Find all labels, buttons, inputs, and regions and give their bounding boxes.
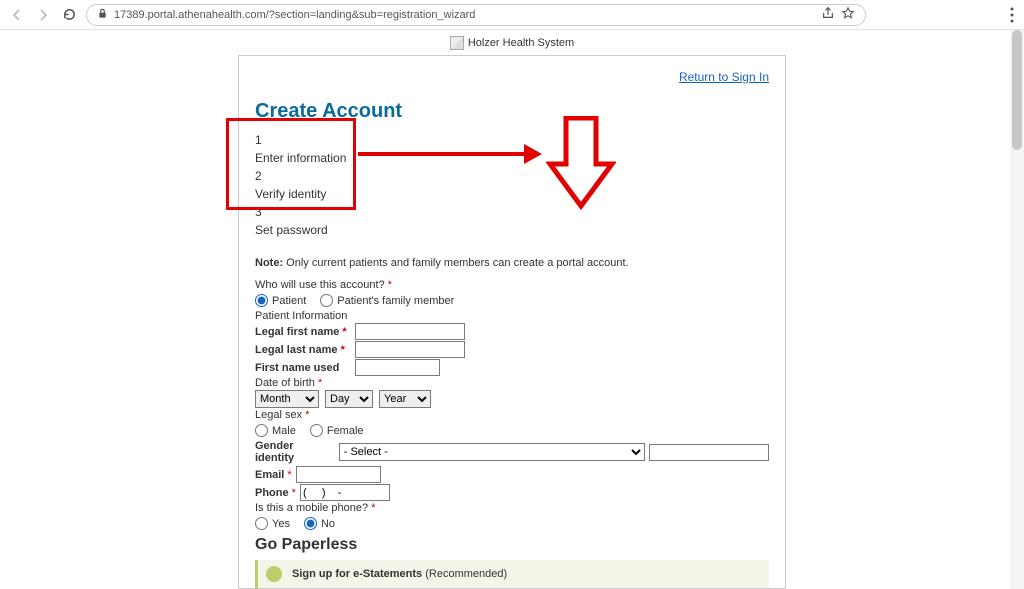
star-icon[interactable] [841, 6, 855, 23]
reload-button[interactable] [60, 6, 78, 24]
patient-info-heading: Patient Information [255, 310, 769, 322]
legal-sex-label: Legal sex * [255, 409, 769, 421]
radio-patient[interactable] [255, 294, 268, 307]
radio-family[interactable] [320, 294, 333, 307]
logo-placeholder: Holzer Health System [450, 36, 574, 50]
radio-male-label[interactable]: Male [255, 424, 296, 437]
radio-yes[interactable] [255, 517, 268, 530]
legal-first-label: Legal first name * [255, 326, 351, 338]
browser-toolbar: 17389.portal.athenahealth.com/?section=l… [0, 0, 1024, 30]
gender-row: Gender identity - Select - [255, 440, 769, 464]
required-asterisk: * [292, 487, 296, 499]
radio-female-text: Female [327, 425, 364, 437]
forward-button[interactable] [34, 6, 52, 24]
estatements-rec: (Recommended) [425, 568, 507, 580]
broken-image-icon [450, 36, 464, 50]
annotation-arrow-head [524, 144, 542, 164]
logo-row: Holzer Health System [0, 30, 1024, 55]
required-asterisk: * [287, 469, 291, 481]
vertical-scrollbar[interactable] [1010, 30, 1024, 589]
annotation-down-arrow [546, 116, 616, 210]
logo-text: Holzer Health System [468, 37, 574, 49]
radio-no-text: No [321, 518, 335, 530]
required-asterisk: * [371, 502, 375, 514]
radio-yes-label[interactable]: Yes [255, 517, 290, 530]
note-row: Note: Only current patients and family m… [255, 257, 769, 269]
dob-text: Date of birth [255, 377, 318, 389]
url-text: 17389.portal.athenahealth.com/?section=l… [114, 9, 815, 21]
legal-first-row: Legal first name * [255, 323, 769, 340]
dob-row: Month Day Year [255, 390, 769, 408]
radio-female-label[interactable]: Female [310, 424, 364, 437]
step-3-label: Set password [255, 221, 769, 239]
annotation-steps-box [226, 118, 356, 210]
radio-no[interactable] [304, 517, 317, 530]
gender-identity-label: Gender identity [255, 440, 335, 464]
annotation-arrow-line [358, 152, 526, 156]
estatements-text: Sign up for e-Statements (Recommended) [292, 568, 507, 580]
share-icon[interactable] [821, 6, 835, 23]
note-text: Only current patients and family members… [283, 257, 628, 269]
first-used-row: First name used [255, 359, 769, 376]
phone-label: Phone * [255, 487, 296, 499]
legal-first-input[interactable] [355, 323, 465, 340]
legal-last-label: Legal last name * [255, 344, 351, 356]
required-asterisk: * [342, 326, 346, 338]
radio-patient-label[interactable]: Patient [255, 294, 306, 307]
phone-row: Phone * [255, 484, 769, 501]
who-radio-group: Patient Patient's family member [255, 294, 769, 307]
legal-last-input[interactable] [355, 341, 465, 358]
menu-icon[interactable] [1010, 7, 1014, 26]
radio-male[interactable] [255, 424, 268, 437]
back-button[interactable] [8, 6, 26, 24]
who-question: Who will use this account? * [255, 279, 769, 291]
radio-male-text: Male [272, 425, 296, 437]
lock-icon [97, 8, 108, 22]
dob-label: Date of birth * [255, 377, 769, 389]
radio-patient-text: Patient [272, 295, 306, 307]
gender-identity-extra-input[interactable] [649, 444, 769, 461]
email-row: Email * [255, 466, 769, 483]
mobile-radio-group: Yes No [255, 517, 769, 530]
note-label: Note: [255, 257, 283, 269]
legal-last-row: Legal last name * [255, 341, 769, 358]
required-asterisk: * [341, 344, 345, 356]
first-used-label: First name used [255, 362, 351, 374]
radio-no-label[interactable]: No [304, 517, 335, 530]
email-label: Email * [255, 469, 292, 481]
estatements-bold: Sign up for e-Statements [292, 568, 425, 580]
radio-yes-text: Yes [272, 518, 290, 530]
legal-sex-text: Legal sex [255, 409, 305, 421]
mobile-question-text: Is this a mobile phone? [255, 502, 371, 514]
dob-year-select[interactable]: Year [379, 390, 431, 408]
scrollbar-thumb[interactable] [1012, 30, 1022, 150]
who-question-text: Who will use this account? [255, 279, 388, 291]
dob-day-select[interactable]: Day [325, 390, 373, 408]
legal-last-text: Legal last name [255, 344, 341, 356]
mobile-question: Is this a mobile phone? * [255, 502, 769, 514]
legal-sex-radio-group: Male Female [255, 424, 769, 437]
radio-family-text: Patient's family member [337, 295, 454, 307]
first-used-input[interactable] [355, 359, 440, 376]
go-paperless-heading: Go Paperless [255, 536, 769, 554]
address-bar[interactable]: 17389.portal.athenahealth.com/?section=l… [86, 4, 866, 26]
required-asterisk: * [305, 409, 309, 421]
return-signin-link[interactable]: Return to Sign In [679, 70, 769, 84]
email-input[interactable] [296, 466, 381, 483]
email-text: Email [255, 469, 287, 481]
estatements-banner: Sign up for e-Statements (Recommended) [255, 560, 769, 588]
required-asterisk: * [388, 279, 392, 291]
radio-family-label[interactable]: Patient's family member [320, 294, 454, 307]
phone-input[interactable] [300, 484, 390, 501]
gender-identity-select[interactable]: - Select - [339, 443, 645, 461]
estatements-icon [266, 566, 282, 582]
radio-female[interactable] [310, 424, 323, 437]
legal-first-text: Legal first name [255, 326, 342, 338]
required-asterisk: * [318, 377, 322, 389]
dob-month-select[interactable]: Month [255, 390, 319, 408]
phone-text: Phone [255, 487, 292, 499]
